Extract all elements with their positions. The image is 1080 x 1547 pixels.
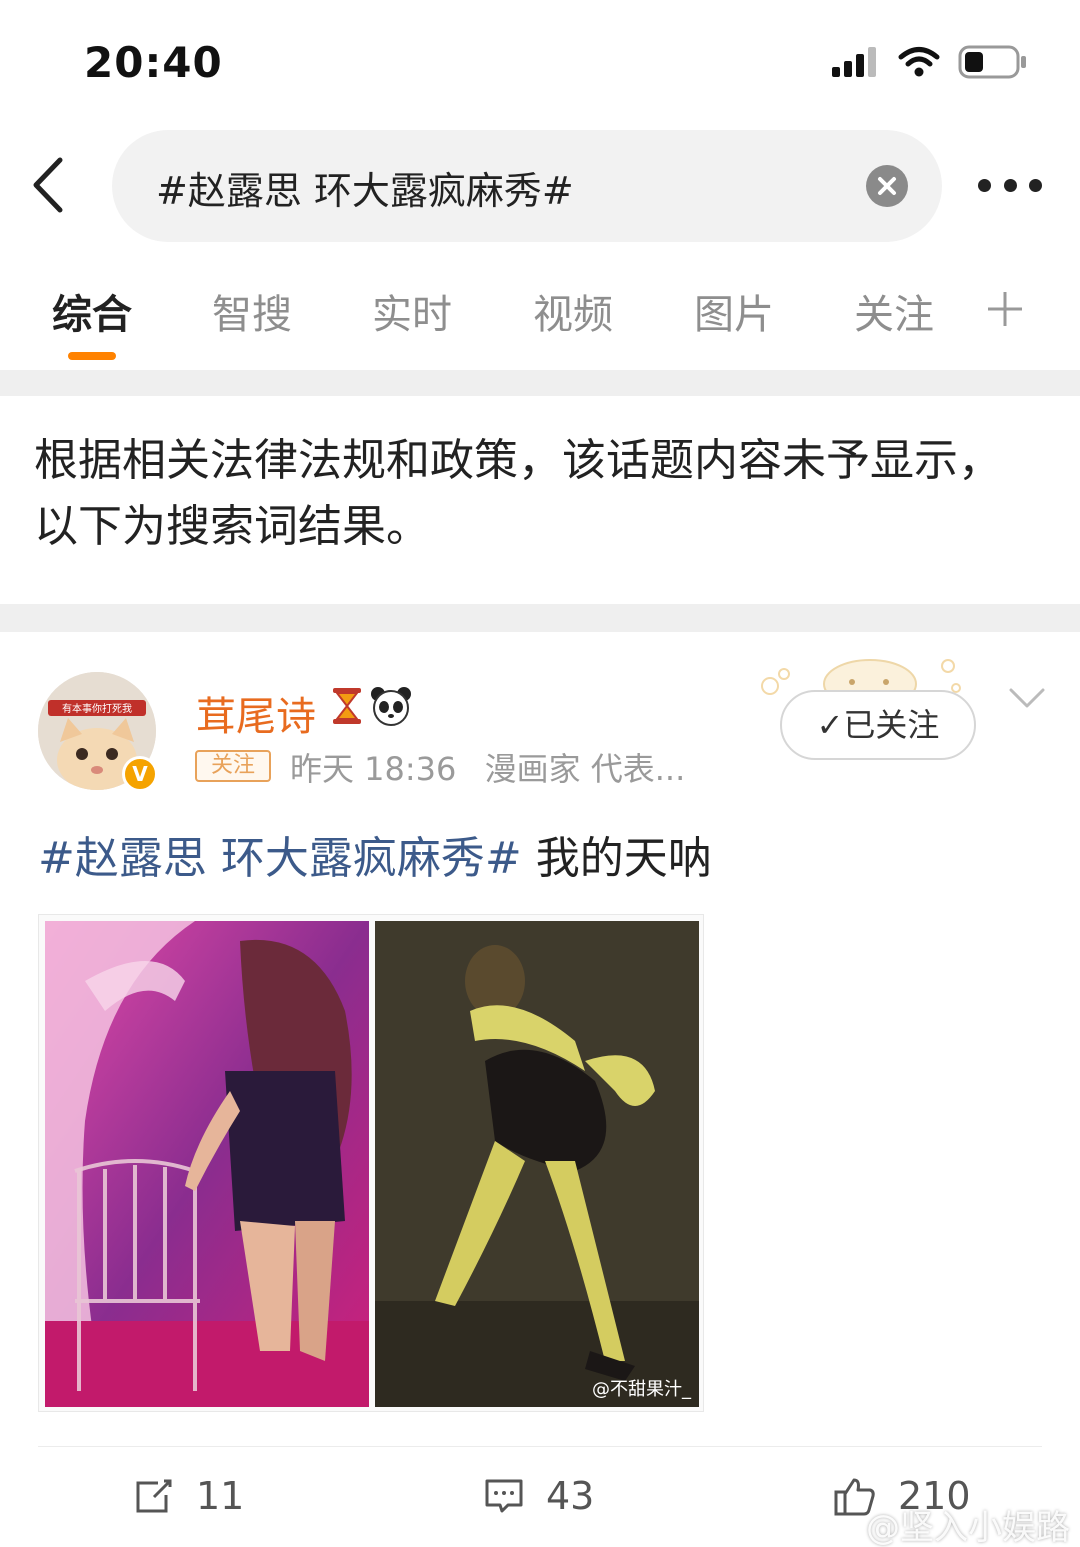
repost-icon [136, 1479, 172, 1513]
search-query-text: #赵露思 环大露疯麻秀# [156, 169, 574, 213]
wifi-icon [898, 47, 940, 77]
verified-badge: V [122, 756, 158, 792]
repost-count: 11 [196, 1474, 245, 1518]
back-arrow-icon[interactable] [28, 150, 78, 220]
censorship-notice: 根据相关法律法规和政策，该话题内容未予显示，以下为搜索词结果。 [34, 435, 1002, 552]
tab-video[interactable]: 视频 [533, 282, 613, 340]
post-time: 昨天 18:36 [290, 750, 457, 788]
comment-icon [485, 1479, 523, 1513]
clear-icon[interactable] [866, 165, 908, 207]
tab-bar: 综合 智搜 实时 视频 图片 关注 [0, 282, 1080, 362]
post-source: 漫画家 代表... [484, 750, 686, 788]
post-image-1[interactable] [45, 921, 369, 1407]
user-badges [330, 686, 412, 726]
panda-icon [371, 687, 411, 726]
post-image-2[interactable]: @不甜果汁_ [375, 921, 699, 1407]
tab-following[interactable]: 关注 [854, 282, 934, 340]
image-watermark: @不甜果汁_ [592, 1379, 691, 1400]
tab-images[interactable]: 图片 [694, 282, 774, 340]
post-divider [38, 1446, 1042, 1447]
comment-button[interactable]: 43 [484, 1474, 594, 1518]
more-icon[interactable] [978, 170, 1042, 200]
status-time: 20:40 [84, 38, 223, 87]
comment-count: 43 [546, 1474, 595, 1518]
chevron-down-icon[interactable] [1008, 686, 1046, 710]
section-divider [0, 370, 1080, 396]
tab-comprehensive[interactable]: 综合 [52, 282, 132, 340]
hourglass-icon [333, 688, 361, 724]
post-meta: 昨天 18:36 漫画家 代表... [290, 744, 703, 790]
section-divider [0, 604, 1080, 632]
tab-smart-search[interactable]: 智搜 [212, 282, 292, 340]
battery-icon [958, 45, 1026, 79]
post-text: #赵露思 环大露疯麻秀# 我的天呐 [38, 822, 712, 886]
username[interactable]: 茸尾诗 [196, 684, 316, 742]
tab-realtime[interactable]: 实时 [372, 282, 452, 340]
repost-button[interactable]: 11 [134, 1474, 244, 1518]
status-icons [832, 44, 1028, 80]
follow-tag: 关注 [195, 750, 271, 782]
corner-watermark: @坚入小娱路 [866, 1508, 1070, 1547]
search-input[interactable]: #赵露思 环大露疯麻秀# [112, 130, 942, 242]
followed-button[interactable]: ✓已关注 [780, 690, 976, 760]
post-hashtag[interactable]: #赵露思 环大露疯麻秀# [38, 833, 522, 884]
add-tab-icon[interactable] [986, 290, 1024, 328]
signal-icon [832, 47, 876, 77]
active-tab-indicator [68, 352, 116, 360]
svg-text:有本事你打死我: 有本事你打死我 [62, 702, 132, 715]
post-body: 我的天呐 [521, 833, 712, 884]
post-image-grid: @不甜果汁_ [38, 914, 704, 1412]
